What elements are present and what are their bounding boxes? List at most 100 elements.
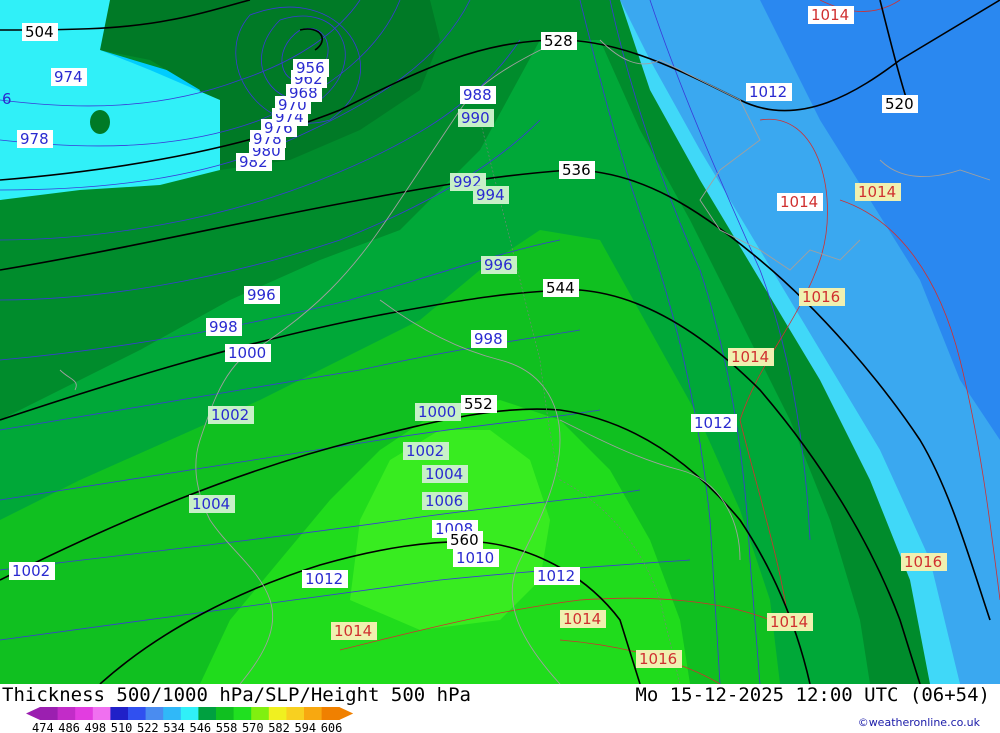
slp-label-1000b: 1000 xyxy=(415,403,461,421)
svg-text:552: 552 xyxy=(464,395,493,413)
svg-text:1002: 1002 xyxy=(406,442,444,460)
slp-label-1016b: 1016 xyxy=(901,553,947,571)
legend-swatch xyxy=(75,707,94,720)
svg-text:1014: 1014 xyxy=(858,183,896,201)
height-label-536: 536 xyxy=(559,161,595,179)
height-label-552: 552 xyxy=(461,395,497,413)
slp-label-1014d: 1014 xyxy=(728,348,774,366)
legend-tick-label: 570 xyxy=(242,721,264,733)
svg-text:1016: 1016 xyxy=(904,553,942,571)
svg-text:1014: 1014 xyxy=(563,610,601,628)
slp-label-1014g: 1014 xyxy=(767,613,813,631)
svg-text:996: 996 xyxy=(247,286,276,304)
svg-text:1004: 1004 xyxy=(425,465,463,483)
slp-label-996a: 996 xyxy=(481,256,517,274)
svg-text:1016: 1016 xyxy=(802,288,840,306)
slp-label-1002b: 1002 xyxy=(403,442,449,460)
legend-arrow-left xyxy=(26,707,40,720)
svg-text:1012: 1012 xyxy=(694,414,732,432)
svg-text:1014: 1014 xyxy=(334,622,372,640)
svg-text:1014: 1014 xyxy=(770,613,808,631)
slp-label-1012c: 1012 xyxy=(302,570,348,588)
credit-link[interactable]: ©weatheronline.co.uk xyxy=(858,716,980,729)
height-label-520: 520 xyxy=(882,95,918,113)
slp-label-1004b: 1004 xyxy=(189,495,235,513)
legend-tick-label: 606 xyxy=(321,721,343,733)
legend-swatch xyxy=(233,707,252,720)
legend-swatch xyxy=(163,707,182,720)
slp-label-1006: 1006 xyxy=(422,492,468,510)
slp-label-1014f: 1014 xyxy=(560,610,606,628)
legend-swatch xyxy=(92,707,111,720)
slp-label-1012d: 1012 xyxy=(534,567,580,585)
svg-text:504: 504 xyxy=(25,23,54,41)
legend-tick-label: 510 xyxy=(111,721,133,733)
svg-text:536: 536 xyxy=(562,161,591,179)
svg-text:1004: 1004 xyxy=(192,495,230,513)
slp-label-1014a: 1014 xyxy=(808,6,854,24)
weather-map: 974 978 982 980 978 976 974 970 968 962 … xyxy=(0,0,1000,684)
slp-label-974a: 974 xyxy=(51,68,87,86)
legend-tick-label: 522 xyxy=(137,721,159,733)
svg-text:1012: 1012 xyxy=(749,83,787,101)
svg-text:544: 544 xyxy=(546,279,575,297)
svg-text:996: 996 xyxy=(484,256,513,274)
svg-text:1000: 1000 xyxy=(228,344,266,362)
legend-swatch xyxy=(198,707,217,720)
slp-label-1016c: 1016 xyxy=(636,650,682,668)
svg-text:1012: 1012 xyxy=(305,570,343,588)
svg-text:560: 560 xyxy=(450,531,479,549)
legend-swatch xyxy=(268,707,287,720)
svg-text:994: 994 xyxy=(476,186,505,204)
legend-tick-label: 474 xyxy=(32,721,54,733)
legend-tick-label: 546 xyxy=(189,721,211,733)
legend-swatch xyxy=(40,707,59,720)
height-label-560: 560 xyxy=(447,531,483,549)
svg-text:1016: 1016 xyxy=(639,650,677,668)
slp-label-1012b: 1012 xyxy=(691,414,737,432)
slp-label-1004a: 1004 xyxy=(422,465,468,483)
height-label-504: 504 xyxy=(22,23,58,41)
legend-swatch xyxy=(321,707,340,720)
slp-label-1016a: 1016 xyxy=(799,288,845,306)
svg-text:974: 974 xyxy=(54,68,83,86)
legend-tick-label: 534 xyxy=(163,721,185,733)
svg-text:1002: 1002 xyxy=(211,406,249,424)
legend-tick-label: 594 xyxy=(294,721,316,733)
slp-label-1012a: 1012 xyxy=(746,83,792,101)
height-label-528: 528 xyxy=(541,32,577,50)
svg-text:520: 520 xyxy=(885,95,914,113)
slp-label-1002a: 1002 xyxy=(208,406,254,424)
svg-text:978: 978 xyxy=(20,130,49,148)
legend-swatch xyxy=(286,707,305,720)
svg-text:998: 998 xyxy=(474,330,503,348)
legend-swatches xyxy=(26,707,354,720)
title-bar: Thickness 500/1000 hPa/SLP/Height 500 hP… xyxy=(0,684,1000,706)
slp-label-1014e: 1014 xyxy=(331,622,377,640)
map-title: Thickness 500/1000 hPa/SLP/Height 500 hP… xyxy=(2,684,471,706)
legend-swatch xyxy=(216,707,235,720)
svg-text:990: 990 xyxy=(461,109,490,127)
legend-ticks: 474 486 498 510 522 534 546 558 570 582 594 606 xyxy=(32,721,342,733)
legend-swatch xyxy=(128,707,147,720)
svg-text:1000: 1000 xyxy=(418,403,456,421)
slp-label-996b: 996 xyxy=(244,286,280,304)
svg-text:1014: 1014 xyxy=(731,348,769,366)
svg-text:528: 528 xyxy=(544,32,573,50)
legend-tick-label: 498 xyxy=(84,721,106,733)
legend-arrow-right xyxy=(339,707,354,720)
slp-label-990: 990 xyxy=(458,109,494,127)
svg-text:988: 988 xyxy=(463,86,492,104)
legend-swatch xyxy=(251,707,270,720)
slp-label-1002c: 1002 xyxy=(9,562,55,580)
svg-text:1014: 1014 xyxy=(780,193,818,211)
svg-text:1002: 1002 xyxy=(12,562,50,580)
legend-tick-label: 558 xyxy=(216,721,238,733)
svg-text:1012: 1012 xyxy=(537,567,575,585)
small-island-blob xyxy=(90,110,110,134)
svg-text:956: 956 xyxy=(296,59,325,77)
slp-label-1000a: 1000 xyxy=(225,344,271,362)
color-legend: 474 486 498 510 522 534 546 558 570 582 594 606 xyxy=(26,707,354,733)
height-label-544: 544 xyxy=(543,279,579,297)
edge-label: 6 xyxy=(2,90,12,108)
